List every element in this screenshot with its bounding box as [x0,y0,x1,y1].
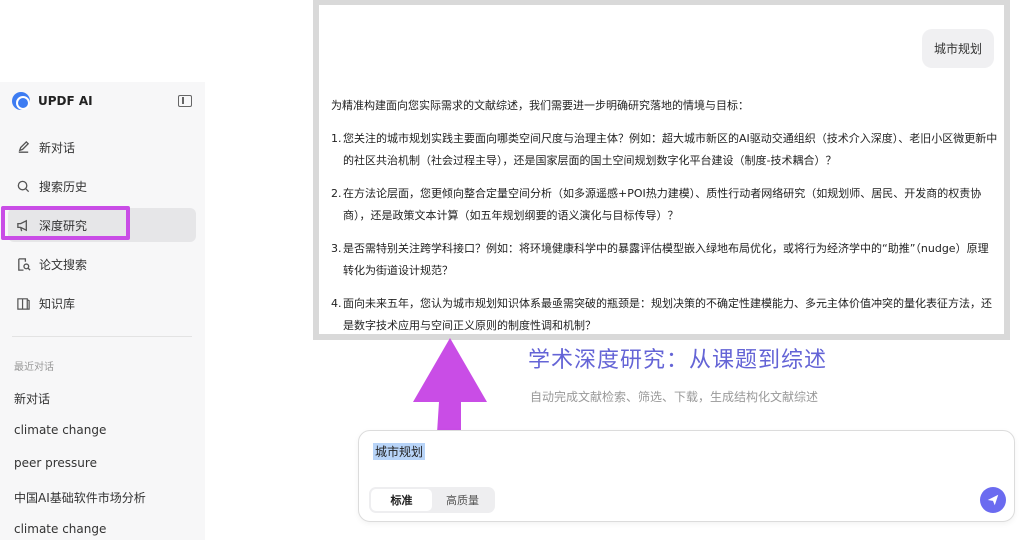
sidebar: UPDF AI 新对话 搜索历史 深度研究 论文搜索 知识库 最近对话 新对话 … [0,82,205,540]
brand: UPDF AI [12,92,93,110]
assistant-answer: 为精准构建面向您实际需求的文献综述，我们需要进一步明确研究落地的情境与目标： 1… [331,95,999,348]
mode-high-quality-button[interactable]: 高质量 [432,489,493,511]
sidebar-item-knowledge-base[interactable]: 知识库 [8,286,196,320]
sidebar-item-label: 论文搜索 [39,257,88,272]
send-button[interactable] [980,487,1006,513]
prompt-input[interactable]: 城市规划 [373,443,426,460]
sidebar-item-label: 深度研究 [39,218,88,233]
sidebar-item-label: 知识库 [39,296,76,311]
sidebar-item-label: 新对话 [39,140,76,155]
brand-name: UPDF AI [38,94,93,108]
hero-subtitle: 自动完成文献检索、筛选、下载，生成结构化文献综述 [530,390,819,404]
sidebar-item-deep-research[interactable]: 深度研究 [8,208,196,242]
recent-item[interactable]: 中国AI基础软件市场分析 [14,489,146,506]
list-number: 3. [331,241,342,255]
recent-item[interactable]: climate change [14,522,106,536]
megaphone-icon [17,219,27,231]
edit-icon [18,140,30,153]
sidebar-item-new-chat[interactable]: 新对话 [8,130,196,164]
sidebar-item-search-history[interactable]: 搜索历史 [8,169,196,203]
recent-item[interactable]: peer pressure [14,456,97,470]
send-icon [987,494,999,506]
divider [12,336,192,337]
prompt-input-box[interactable]: 城市规划 标准 高质量 [358,430,1015,522]
list-text: 您关注的城市规划实践主要面向哪类空间尺度与治理主体？例如：超大城市新区的AI驱动… [343,131,998,168]
chat-panel-content: 城市规划 为精准构建面向您实际需求的文献综述，我们需要进一步明确研究落地的情境与… [319,5,1004,334]
sidebar-item-label: 搜索历史 [39,179,88,194]
recent-title: 最近对话 [14,362,54,373]
hero-title: 学术深度研究：从课题到综述 [528,348,828,373]
list-item: 2. 在方法论层面，您更倾向整合定量空间分析（如多源遥感+POI热力建模）、质性… [331,183,999,228]
user-message: 城市规划 [921,29,994,68]
list-item: 3. 是否需特别关注跨学科接口？例如：将环境健康科学中的暴露评估模型嵌入绿地布局… [331,238,999,283]
list-number: 2. [331,186,342,200]
app-root: UPDF AI 新对话 搜索历史 深度研究 论文搜索 知识库 最近对话 新对话 … [0,0,1024,540]
chat-panel: 城市规划 为精准构建面向您实际需求的文献综述，我们需要进一步明确研究落地的情境与… [313,0,1010,340]
mode-standard-button[interactable]: 标准 [371,489,432,511]
list-item: 1. 您关注的城市规划实践主要面向哪类空间尺度与治理主体？例如：超大城市新区的A… [331,128,999,173]
search-icon [17,180,30,192]
list-number: 1. [331,131,342,145]
doc-search-icon [18,257,31,271]
mode-toggle: 标准 高质量 [369,487,495,513]
collapse-sidebar-icon[interactable] [178,95,192,107]
list-number: 4. [331,296,342,310]
question-list: 1. 您关注的城市规划实践主要面向哪类空间尺度与治理主体？例如：超大城市新区的A… [331,128,999,338]
sidebar-item-paper-search[interactable]: 论文搜索 [8,247,196,281]
list-text: 在方法论层面，您更倾向整合定量空间分析（如多源遥感+POI热力建模）、质性行动者… [343,186,982,223]
answer-intro: 为精准构建面向您实际需求的文献综述，我们需要进一步明确研究落地的情境与目标： [331,99,749,112]
list-text: 是否需特别关注跨学科接口？例如：将环境健康科学中的暴露评估模型嵌入绿地布局优化，… [343,241,989,278]
book-icon [17,297,30,310]
recent-item[interactable]: climate change [14,423,106,437]
recent-item[interactable]: 新对话 [14,390,50,407]
updf-logo-icon [12,92,30,110]
